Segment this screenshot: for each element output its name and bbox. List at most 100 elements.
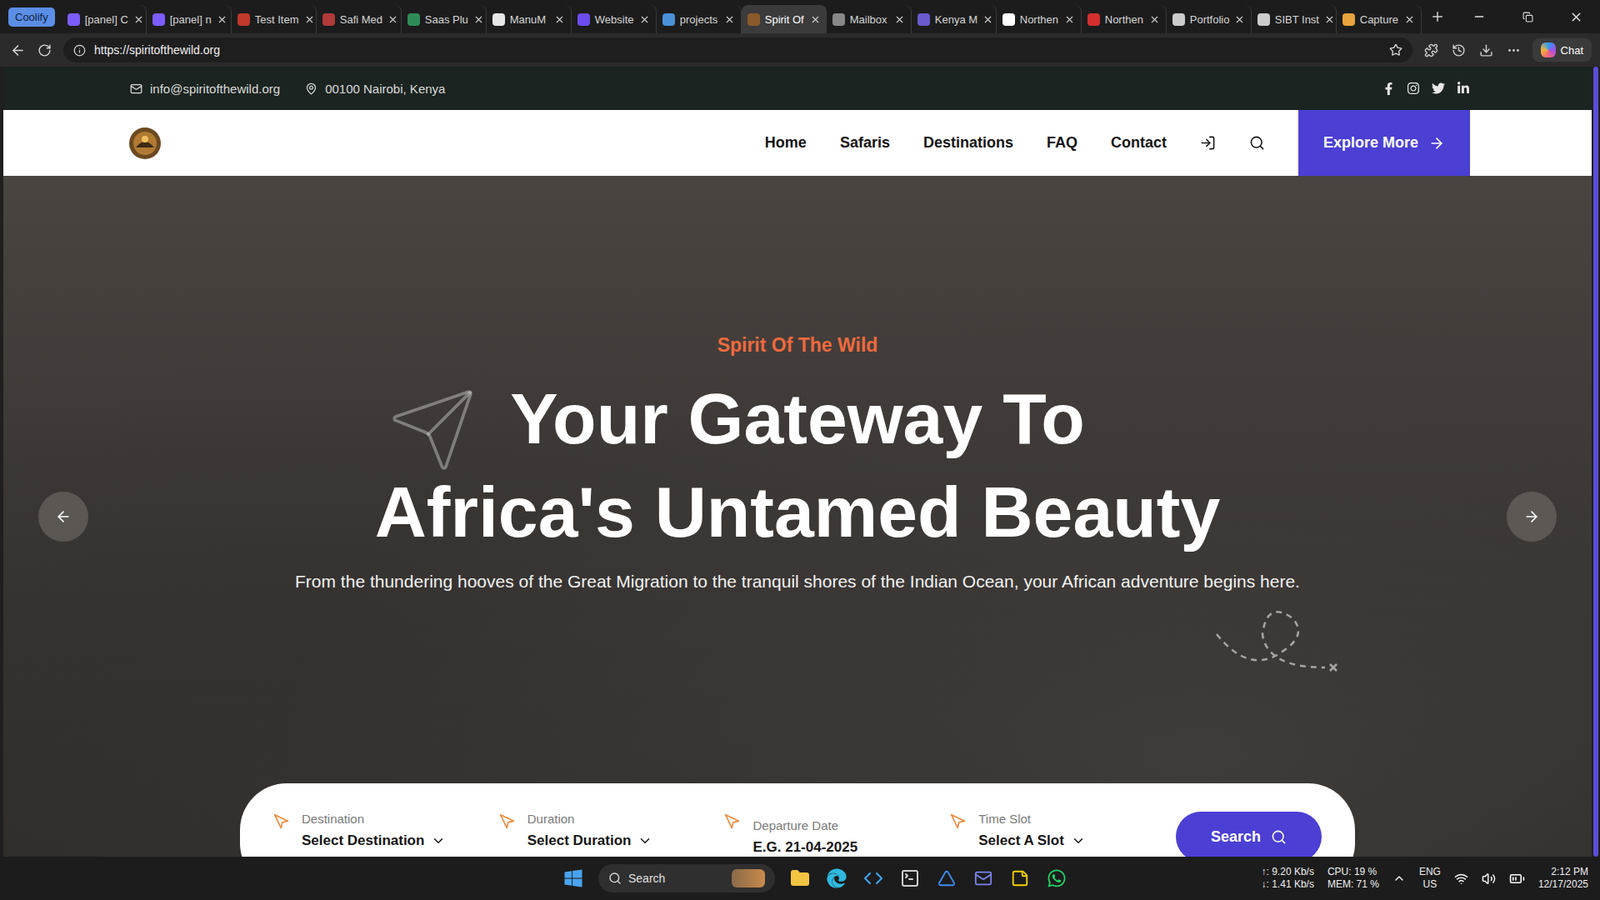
close-icon[interactable] xyxy=(810,14,821,25)
restore-button[interactable] xyxy=(1503,0,1552,34)
close-icon[interactable] xyxy=(894,14,905,25)
nav-link[interactable]: FAQ xyxy=(1046,134,1078,152)
history-icon[interactable] xyxy=(1451,43,1466,58)
azure-app[interactable] xyxy=(935,869,959,888)
close-icon[interactable] xyxy=(1064,14,1075,25)
scrollbar[interactable] xyxy=(1591,66,1600,857)
back-icon[interactable] xyxy=(10,42,26,59)
close-icon[interactable] xyxy=(724,14,735,25)
facebook-icon[interactable] xyxy=(1382,82,1395,95)
browser-tab[interactable]: SIBT Inst xyxy=(1251,5,1337,34)
wifi-icon[interactable] xyxy=(1454,871,1469,886)
browser-tab[interactable]: Safi Med xyxy=(316,5,402,34)
browser-tab[interactable]: [panel] n xyxy=(146,5,232,34)
chevron-down-icon xyxy=(430,833,446,849)
prev-slide-button[interactable] xyxy=(38,491,89,542)
browser-tab[interactable]: ManuM xyxy=(486,5,572,34)
browser-tab[interactable]: Northen xyxy=(996,5,1082,34)
whatsapp-icon xyxy=(1046,868,1067,889)
linkedin-icon[interactable] xyxy=(1456,81,1470,95)
field-value[interactable]: Select Duration xyxy=(527,832,654,850)
tab-group[interactable]: Coolify xyxy=(8,7,55,27)
close-icon[interactable] xyxy=(1234,14,1245,25)
search-field[interactable]: Departure DateE.G. 21-04-2025 xyxy=(724,811,950,856)
browser-tab[interactable]: Mailbox xyxy=(826,5,912,34)
field-value[interactable]: Select A Slot xyxy=(978,832,1086,850)
browser-tab[interactable]: Capture xyxy=(1336,5,1422,34)
more-icon[interactable] xyxy=(1506,43,1521,58)
start-button[interactable] xyxy=(561,868,585,889)
taskbar: Search↑: 9.20 Kb/s↓: 1.41 Kb/sCPU: 19 %M… xyxy=(0,856,1600,900)
chat-button[interactable]: Chat xyxy=(1532,38,1592,62)
taskbar-search[interactable]: Search xyxy=(598,864,775,893)
clock[interactable]: 2:12 PM12/17/2025 xyxy=(1538,865,1589,891)
star-icon[interactable] xyxy=(1389,43,1403,57)
nav-link[interactable]: Contact xyxy=(1110,134,1167,152)
twitter-icon[interactable] xyxy=(1431,81,1445,95)
close-icon[interactable] xyxy=(639,14,650,25)
language[interactable]: ENGUS xyxy=(1419,865,1441,891)
website: info@spiritofthewild.org 00100 Nairobi, K… xyxy=(3,66,1592,857)
close-icon[interactable] xyxy=(387,14,399,25)
explorer-app[interactable] xyxy=(788,868,812,889)
search-button[interactable] xyxy=(1249,135,1265,151)
terminal-app[interactable] xyxy=(898,868,922,889)
field-value[interactable]: E.G. 21-04-2025 xyxy=(752,839,858,856)
browser-tab[interactable]: Test Item xyxy=(231,5,317,34)
search-field[interactable]: DestinationSelect Destination xyxy=(273,811,500,850)
browser-tab[interactable]: Spirit Of xyxy=(741,5,827,34)
favicon-icon xyxy=(237,13,250,26)
tab-label: ManuM xyxy=(510,13,550,26)
browser-tab[interactable]: Northen xyxy=(1081,5,1167,34)
close-icon[interactable] xyxy=(133,14,145,25)
browser-tab[interactable]: Portfolio xyxy=(1166,5,1252,34)
scroll-thumb[interactable] xyxy=(1593,66,1599,857)
login-button[interactable] xyxy=(1200,135,1216,151)
address-bar[interactable]: https://spiritofthewild.org xyxy=(63,37,1413,63)
field-label: Duration xyxy=(527,811,654,826)
logo-icon[interactable] xyxy=(129,127,161,160)
close-icon[interactable] xyxy=(1149,14,1160,25)
email[interactable]: info@spiritofthewild.org xyxy=(130,81,280,96)
browser-tab[interactable]: Website xyxy=(571,5,657,34)
teams-app[interactable] xyxy=(971,869,995,888)
site-info-icon[interactable] xyxy=(73,44,86,57)
nav-link[interactable]: Destinations xyxy=(923,134,1014,152)
close-icon[interactable] xyxy=(1404,14,1415,25)
chevron-up-icon[interactable] xyxy=(1392,871,1406,885)
search-field[interactable]: Duration Select Duration xyxy=(499,811,725,850)
whatsapp-app[interactable] xyxy=(1045,868,1069,889)
close-icon[interactable] xyxy=(1324,14,1335,25)
battery-icon[interactable] xyxy=(1509,870,1525,887)
close-icon[interactable] xyxy=(554,14,565,25)
search-submit-button[interactable]: Search xyxy=(1175,811,1322,857)
volume-icon[interactable] xyxy=(1481,871,1496,886)
location: 00100 Nairobi, Kenya xyxy=(305,81,445,96)
browser-tab[interactable]: Saas Plu xyxy=(401,5,487,34)
close-icon[interactable] xyxy=(304,14,315,25)
close-icon[interactable] xyxy=(473,14,485,25)
nav-link[interactable]: Safaris xyxy=(840,134,890,152)
nav-link[interactable]: Home xyxy=(765,134,807,152)
browser-tab[interactable]: [panel] C xyxy=(61,5,147,34)
navigation-icon xyxy=(273,813,290,830)
edge-app[interactable] xyxy=(825,868,849,889)
minimize-button[interactable] xyxy=(1455,0,1504,34)
explore-button[interactable]: Explore More xyxy=(1298,110,1470,176)
search-field[interactable]: Time SlotSelect A Slot xyxy=(950,811,1176,850)
page-area: info@spiritofthewild.org 00100 Nairobi, K… xyxy=(0,66,1600,857)
puzzle-icon[interactable] xyxy=(1424,43,1439,58)
sticky-notes-app[interactable] xyxy=(1008,869,1032,888)
browser-tab[interactable]: Kenya M xyxy=(911,5,997,34)
next-slide-button[interactable] xyxy=(1506,491,1557,542)
close-icon[interactable] xyxy=(982,14,994,25)
refresh-icon[interactable] xyxy=(37,43,52,58)
plus-icon[interactable] xyxy=(1430,9,1445,25)
vscode-app[interactable] xyxy=(861,868,885,889)
browser-tab[interactable]: projects xyxy=(656,5,742,34)
instagram-icon[interactable] xyxy=(1406,81,1420,95)
close-button[interactable] xyxy=(1551,0,1600,34)
download-icon[interactable] xyxy=(1479,43,1494,58)
field-value[interactable]: Select Destination xyxy=(301,832,446,850)
close-icon[interactable] xyxy=(216,14,228,25)
